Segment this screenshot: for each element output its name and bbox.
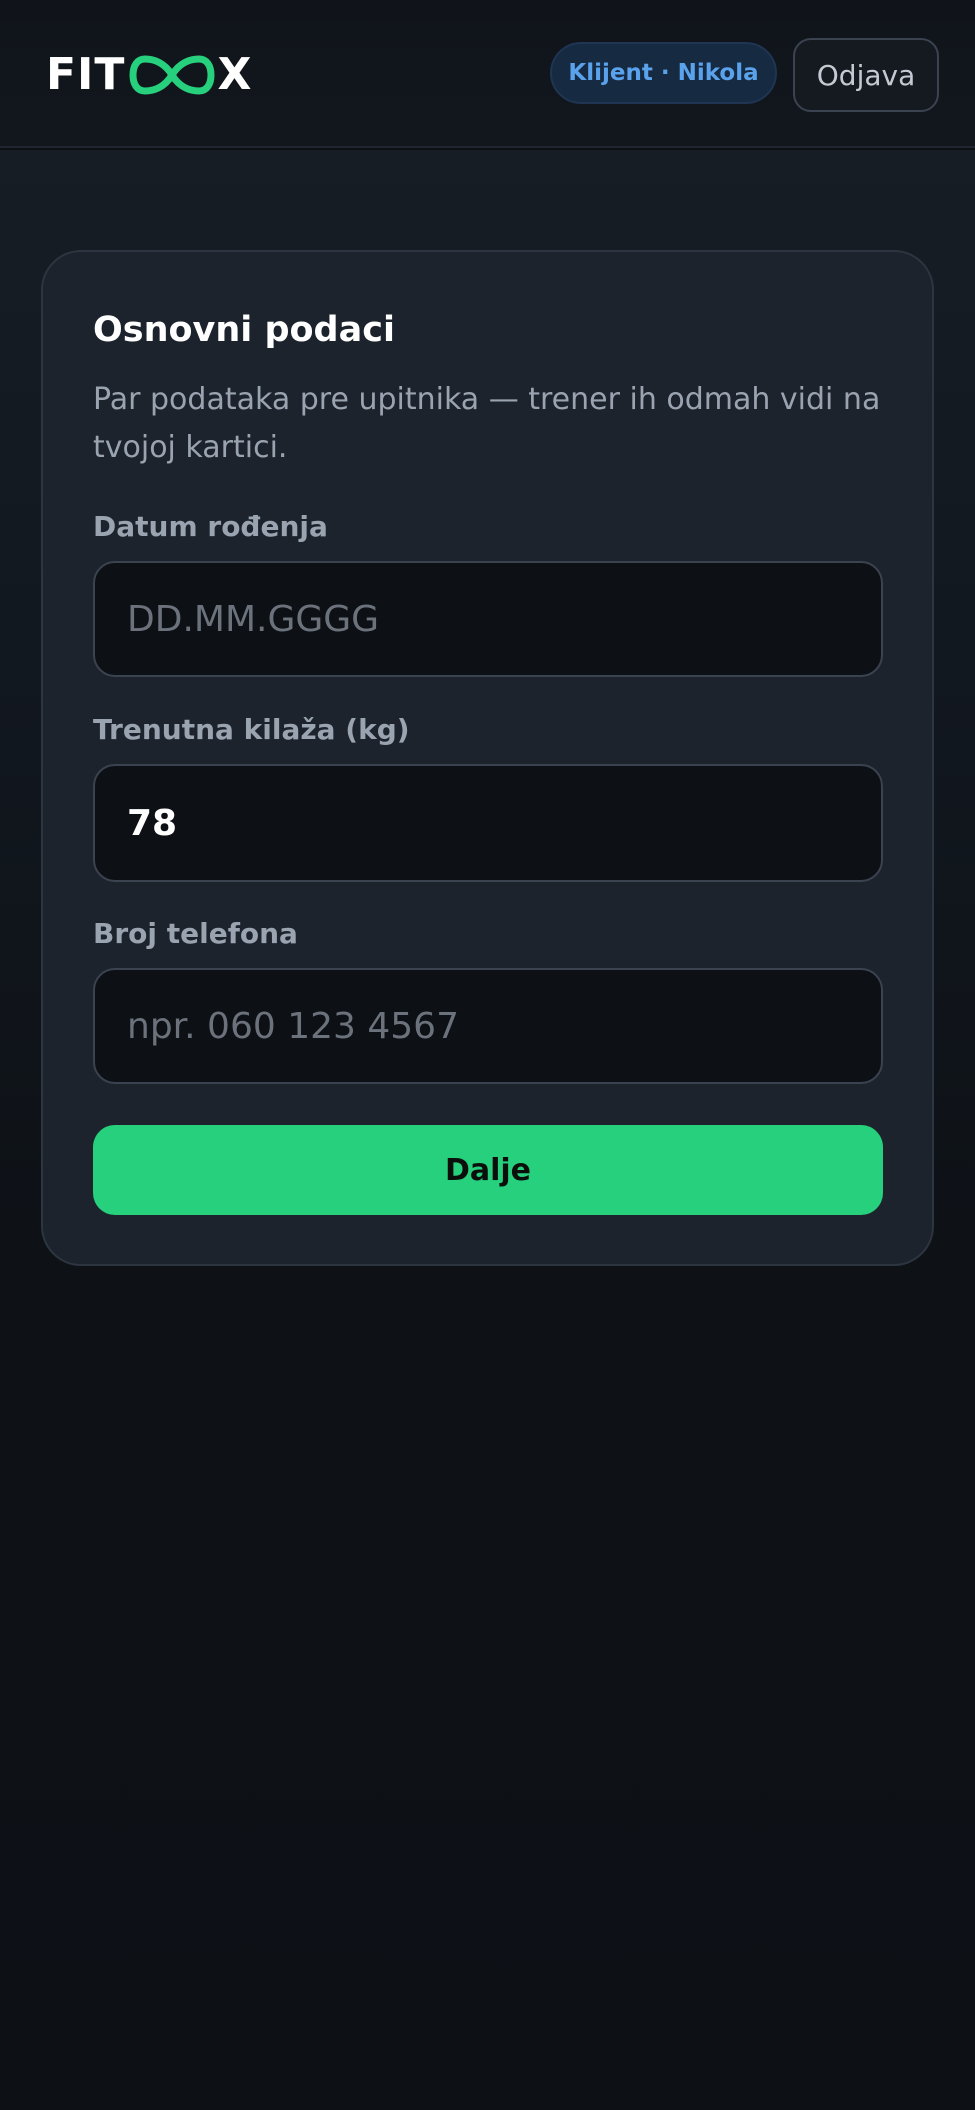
next-button[interactable]: Dalje <box>93 1125 883 1215</box>
user-role-badge: Klijent · Nikola <box>550 42 777 104</box>
logo-text-right: X <box>217 49 253 100</box>
phone-input[interactable] <box>93 968 883 1084</box>
logo-text-left: FIT <box>46 49 126 100</box>
brand-logo[interactable]: FIT X <box>46 49 253 100</box>
birthdate-label: Datum rođenja <box>93 510 328 543</box>
infinity-icon <box>129 55 215 95</box>
logout-button[interactable]: Odjava <box>793 38 939 112</box>
card-description: Par podataka pre upitnika — trener ih od… <box>93 382 881 465</box>
weight-input[interactable] <box>93 764 883 882</box>
phone-label: Broj telefona <box>93 917 298 950</box>
birthdate-input[interactable] <box>93 561 883 677</box>
basic-info-card: Osnovni podaci Par podataka pre upitnika… <box>41 250 934 1266</box>
card-title: Osnovni podaci <box>93 310 395 350</box>
app-header: FIT X Klijent · Nikola Odjava <box>0 0 975 148</box>
weight-label: Trenutna kilaža (kg) <box>93 713 410 746</box>
